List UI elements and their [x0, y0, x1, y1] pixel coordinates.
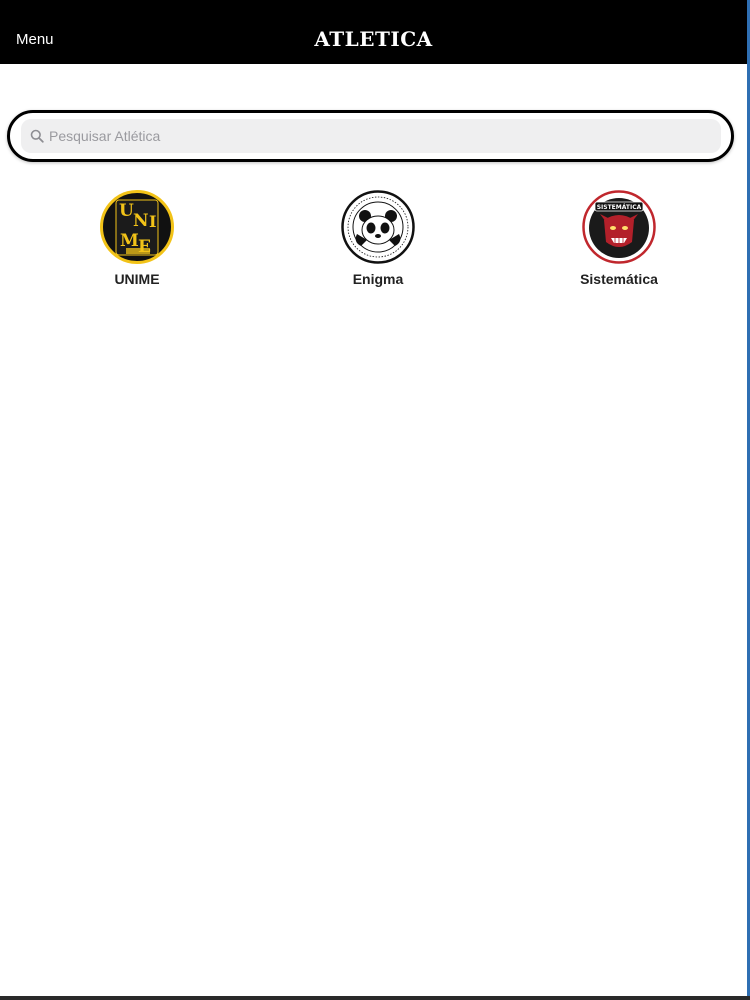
team-item-sistematica[interactable]: SISTEMÁTICA Sistemática: [529, 190, 709, 290]
team-name: Sistemática: [580, 271, 658, 287]
svg-text:U: U: [119, 201, 134, 221]
team-name: UNIME: [114, 271, 160, 287]
enigma-panda-logo: [341, 190, 415, 264]
team-item-enigma[interactable]: Enigma: [288, 190, 468, 290]
svg-text:I: I: [149, 212, 156, 231]
team-item-unime[interactable]: U N I M E UNIME: [47, 190, 227, 290]
page-title: ATLETICA: [314, 27, 433, 51]
sistematica-logo: SISTEMÁTICA: [582, 190, 656, 264]
search-input[interactable]: [49, 119, 709, 153]
search-bar: [7, 110, 734, 162]
search-field[interactable]: [21, 119, 721, 153]
team-name: Enigma: [352, 271, 404, 287]
app-screen: Menu ATLETICA U N I M E UNIME: [0, 0, 750, 1000]
navigation-bar: Menu ATLETICA: [0, 0, 747, 64]
svg-text:N: N: [133, 211, 149, 231]
svg-text:SISTEMÁTICA: SISTEMÁTICA: [597, 204, 642, 211]
unime-logo: U N I M E: [100, 190, 174, 264]
search-icon: [30, 129, 44, 143]
window-bottom-border: [0, 996, 750, 1000]
